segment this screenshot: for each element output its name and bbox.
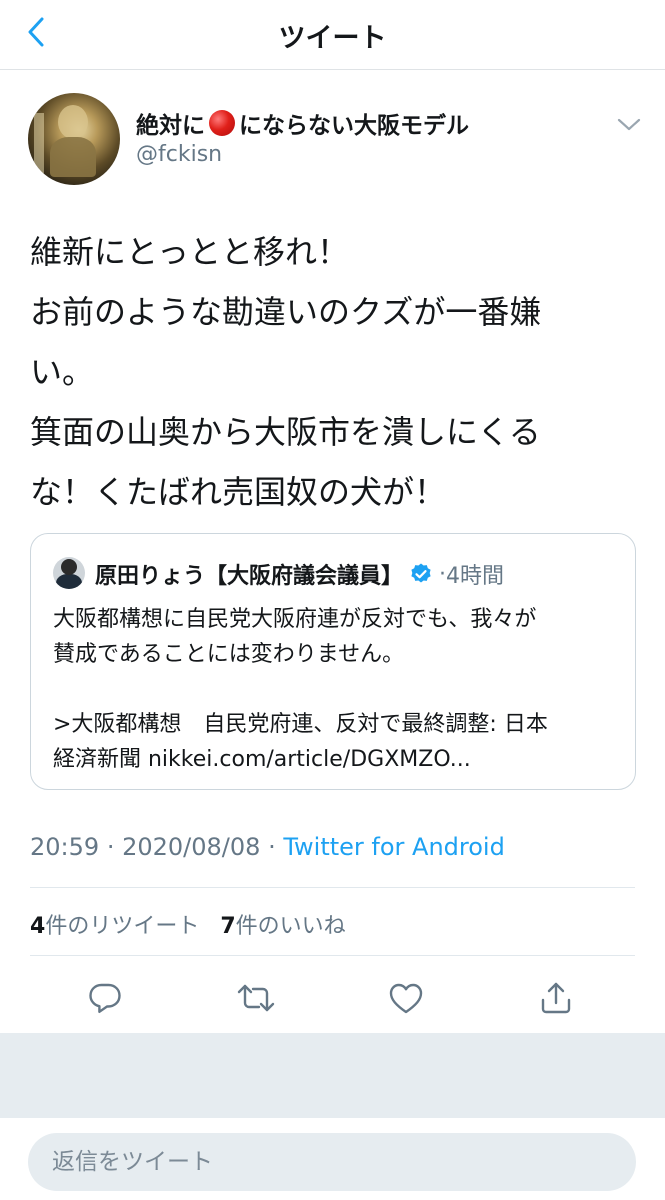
tweet-meta: 20:59 · 2020/08/08 · Twitter for Android xyxy=(30,833,505,861)
retweet-button[interactable] xyxy=(236,978,276,1018)
tweet-text-line: な！くたばれ売国奴の犬が！ xyxy=(30,473,447,511)
author-name[interactable]: 絶対に にならない大阪モデル xyxy=(136,106,469,140)
reply-bar xyxy=(0,1118,665,1200)
reply-input[interactable] xyxy=(28,1133,636,1191)
tweet-time: 20:59 xyxy=(30,833,100,861)
divider xyxy=(30,955,635,956)
avatar[interactable] xyxy=(28,93,120,185)
quoted-header: 原田りょう【大阪府議会議員】 · 4時間 xyxy=(95,558,504,590)
empty-replies-area xyxy=(0,1033,665,1118)
reply-button[interactable] xyxy=(85,978,125,1018)
quoted-text-line: 賛成であることには変わりません。 xyxy=(53,642,405,667)
quoted-text: 大阪都構想に自民党大阪府連が反対でも、我々が 賛成であることには変わりません。 … xyxy=(53,602,623,777)
share-button[interactable] xyxy=(536,978,576,1018)
tweet-stats: 4件のリツイート 7件のいいね xyxy=(30,908,360,940)
tweet-text-line: 維新にとっとと移れ！ xyxy=(30,233,350,271)
tweet-text-line: い。 xyxy=(30,353,95,391)
author-name-part1: 絶対に xyxy=(136,113,205,139)
author-handle[interactable]: @fckisn xyxy=(136,142,222,167)
red-circle-icon xyxy=(209,110,235,136)
quoted-time: 4時間 xyxy=(446,564,505,589)
divider xyxy=(30,887,635,888)
quoted-tweet-card[interactable]: 原田りょう【大阪府議会議員】 · 4時間 大阪都構想に自民党大阪府連が反対でも、… xyxy=(30,533,636,790)
retweets-count: 4 xyxy=(30,914,46,939)
quoted-text-line: 経済新聞 nikkei.com/article/DGXMZO... xyxy=(53,747,471,772)
tweet-text-line: お前のような勘違いのクズが一番嫌 xyxy=(30,293,542,331)
tweet-text: 維新にとっとと移れ！ お前のような勘違いのクズが一番嫌 い。 箕面の山奥から大阪… xyxy=(30,222,640,522)
like-button[interactable] xyxy=(386,978,426,1018)
quoted-author-name: 原田りょう【大阪府議会議員】 xyxy=(95,564,404,589)
top-bar: ツイート xyxy=(0,0,665,70)
tweet-text-line: 箕面の山奥から大阪市を潰しにくる xyxy=(30,413,541,451)
quoted-avatar xyxy=(53,557,85,589)
quoted-separator: · xyxy=(439,561,447,587)
tweet-date: 2020/08/08 xyxy=(122,833,261,861)
author-name-part2: にならない大阪モデル xyxy=(239,113,469,139)
chevron-down-icon[interactable] xyxy=(615,112,643,136)
retweet-icon xyxy=(237,984,275,1012)
quoted-text-line: >大阪都構想 自民党府連、反対で最終調整: 日本 xyxy=(53,712,548,737)
likes-label: 件のいいね xyxy=(235,914,346,939)
reply-icon xyxy=(89,983,121,1013)
likes-count: 7 xyxy=(220,914,236,939)
tweet-source-link[interactable]: Twitter for Android xyxy=(283,833,504,861)
meta-separator: · xyxy=(106,833,115,861)
meta-separator: · xyxy=(268,833,276,861)
likes-stat[interactable]: 7件のいいね xyxy=(220,914,345,939)
quoted-text-line: 大阪都構想に自民党大阪府連が反対でも、我々が xyxy=(53,607,537,632)
page-title: ツイート xyxy=(278,23,387,54)
like-icon xyxy=(389,983,423,1014)
share-icon xyxy=(541,982,571,1014)
retweets-label: 件のリツイート xyxy=(45,914,200,939)
verified-badge-icon xyxy=(411,563,431,583)
retweets-stat[interactable]: 4件のリツイート xyxy=(30,914,199,939)
